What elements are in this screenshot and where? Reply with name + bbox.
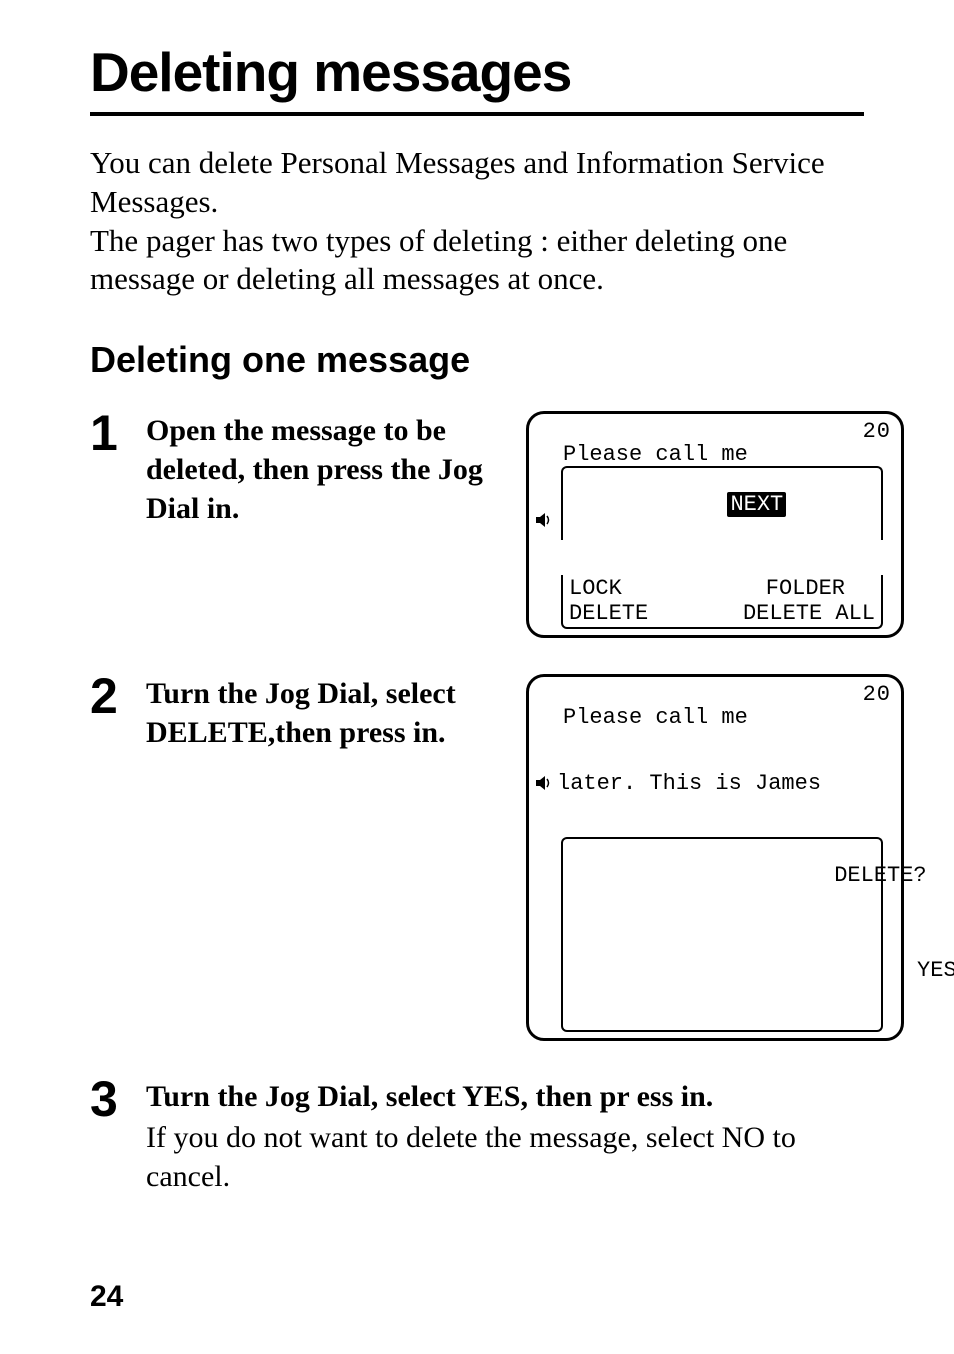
step-3-text-block: Turn the Jog Dial, select YES, then pr e… xyxy=(146,1077,864,1196)
step-2-row: 2 Turn the Jog Dial, select DELETE,then … xyxy=(90,674,864,1055)
step-3-text: Turn the Jog Dial, select YES, then pr e… xyxy=(146,1080,713,1113)
lcd2-prompt: DELETE? xyxy=(727,864,954,887)
lcd2-line1: Please call me xyxy=(563,706,891,729)
lcd-screen-1: 20 Please call me NEXT xyxy=(526,411,904,638)
lcd1-counter: 20 xyxy=(863,420,891,443)
speaker-icon xyxy=(535,729,555,837)
step-2-number: 2 xyxy=(90,674,146,719)
title-divider xyxy=(90,112,864,116)
lcd-screen-2: 20 Please call me later. This is James D… xyxy=(526,674,904,1041)
lcd1-message-line: Please call me xyxy=(563,443,891,466)
lcd1-menu-next: NEXT xyxy=(727,492,786,517)
lcd2-line2: later. This is James xyxy=(557,772,821,795)
lcd1-menu-delete: DELETE xyxy=(569,602,648,625)
lcd1-menu-delete-all: DELETE ALL xyxy=(743,602,875,625)
lcd-screen-2-wrapper: 20 Please call me later. This is James D… xyxy=(526,674,904,1055)
page-title: Deleting messages xyxy=(90,40,864,104)
step-3-row: 3 Turn the Jog Dial, select YES, then pr… xyxy=(90,1077,864,1196)
step-1-text: Open the message to be deleted, then pre… xyxy=(146,411,516,528)
step-2-text: Turn the Jog Dial, select DELETE,then pr… xyxy=(146,674,516,752)
section-heading: Deleting one message xyxy=(90,339,864,381)
lcd-screen-1-wrapper: 20 Please call me NEXT xyxy=(526,411,904,652)
page: Deleting messages You can delete Persona… xyxy=(0,0,954,1354)
speaker-icon xyxy=(535,466,555,574)
step-3-number: 3 xyxy=(90,1077,146,1122)
step-3-subtext: If you do not want to delete the message… xyxy=(146,1118,864,1196)
intro-text: You can delete Personal Messages and Inf… xyxy=(90,144,864,299)
lcd1-menu-folder: FOLDER xyxy=(766,577,845,600)
lcd2-yes: YES xyxy=(917,958,954,983)
step-1-number: 1 xyxy=(90,411,146,456)
lcd1-menu-lock: LOCK xyxy=(569,577,622,600)
page-number: 24 xyxy=(90,1280,123,1314)
lcd2-counter: 20 xyxy=(863,683,891,706)
step-1-row: 1 Open the message to be deleted, then p… xyxy=(90,411,864,652)
